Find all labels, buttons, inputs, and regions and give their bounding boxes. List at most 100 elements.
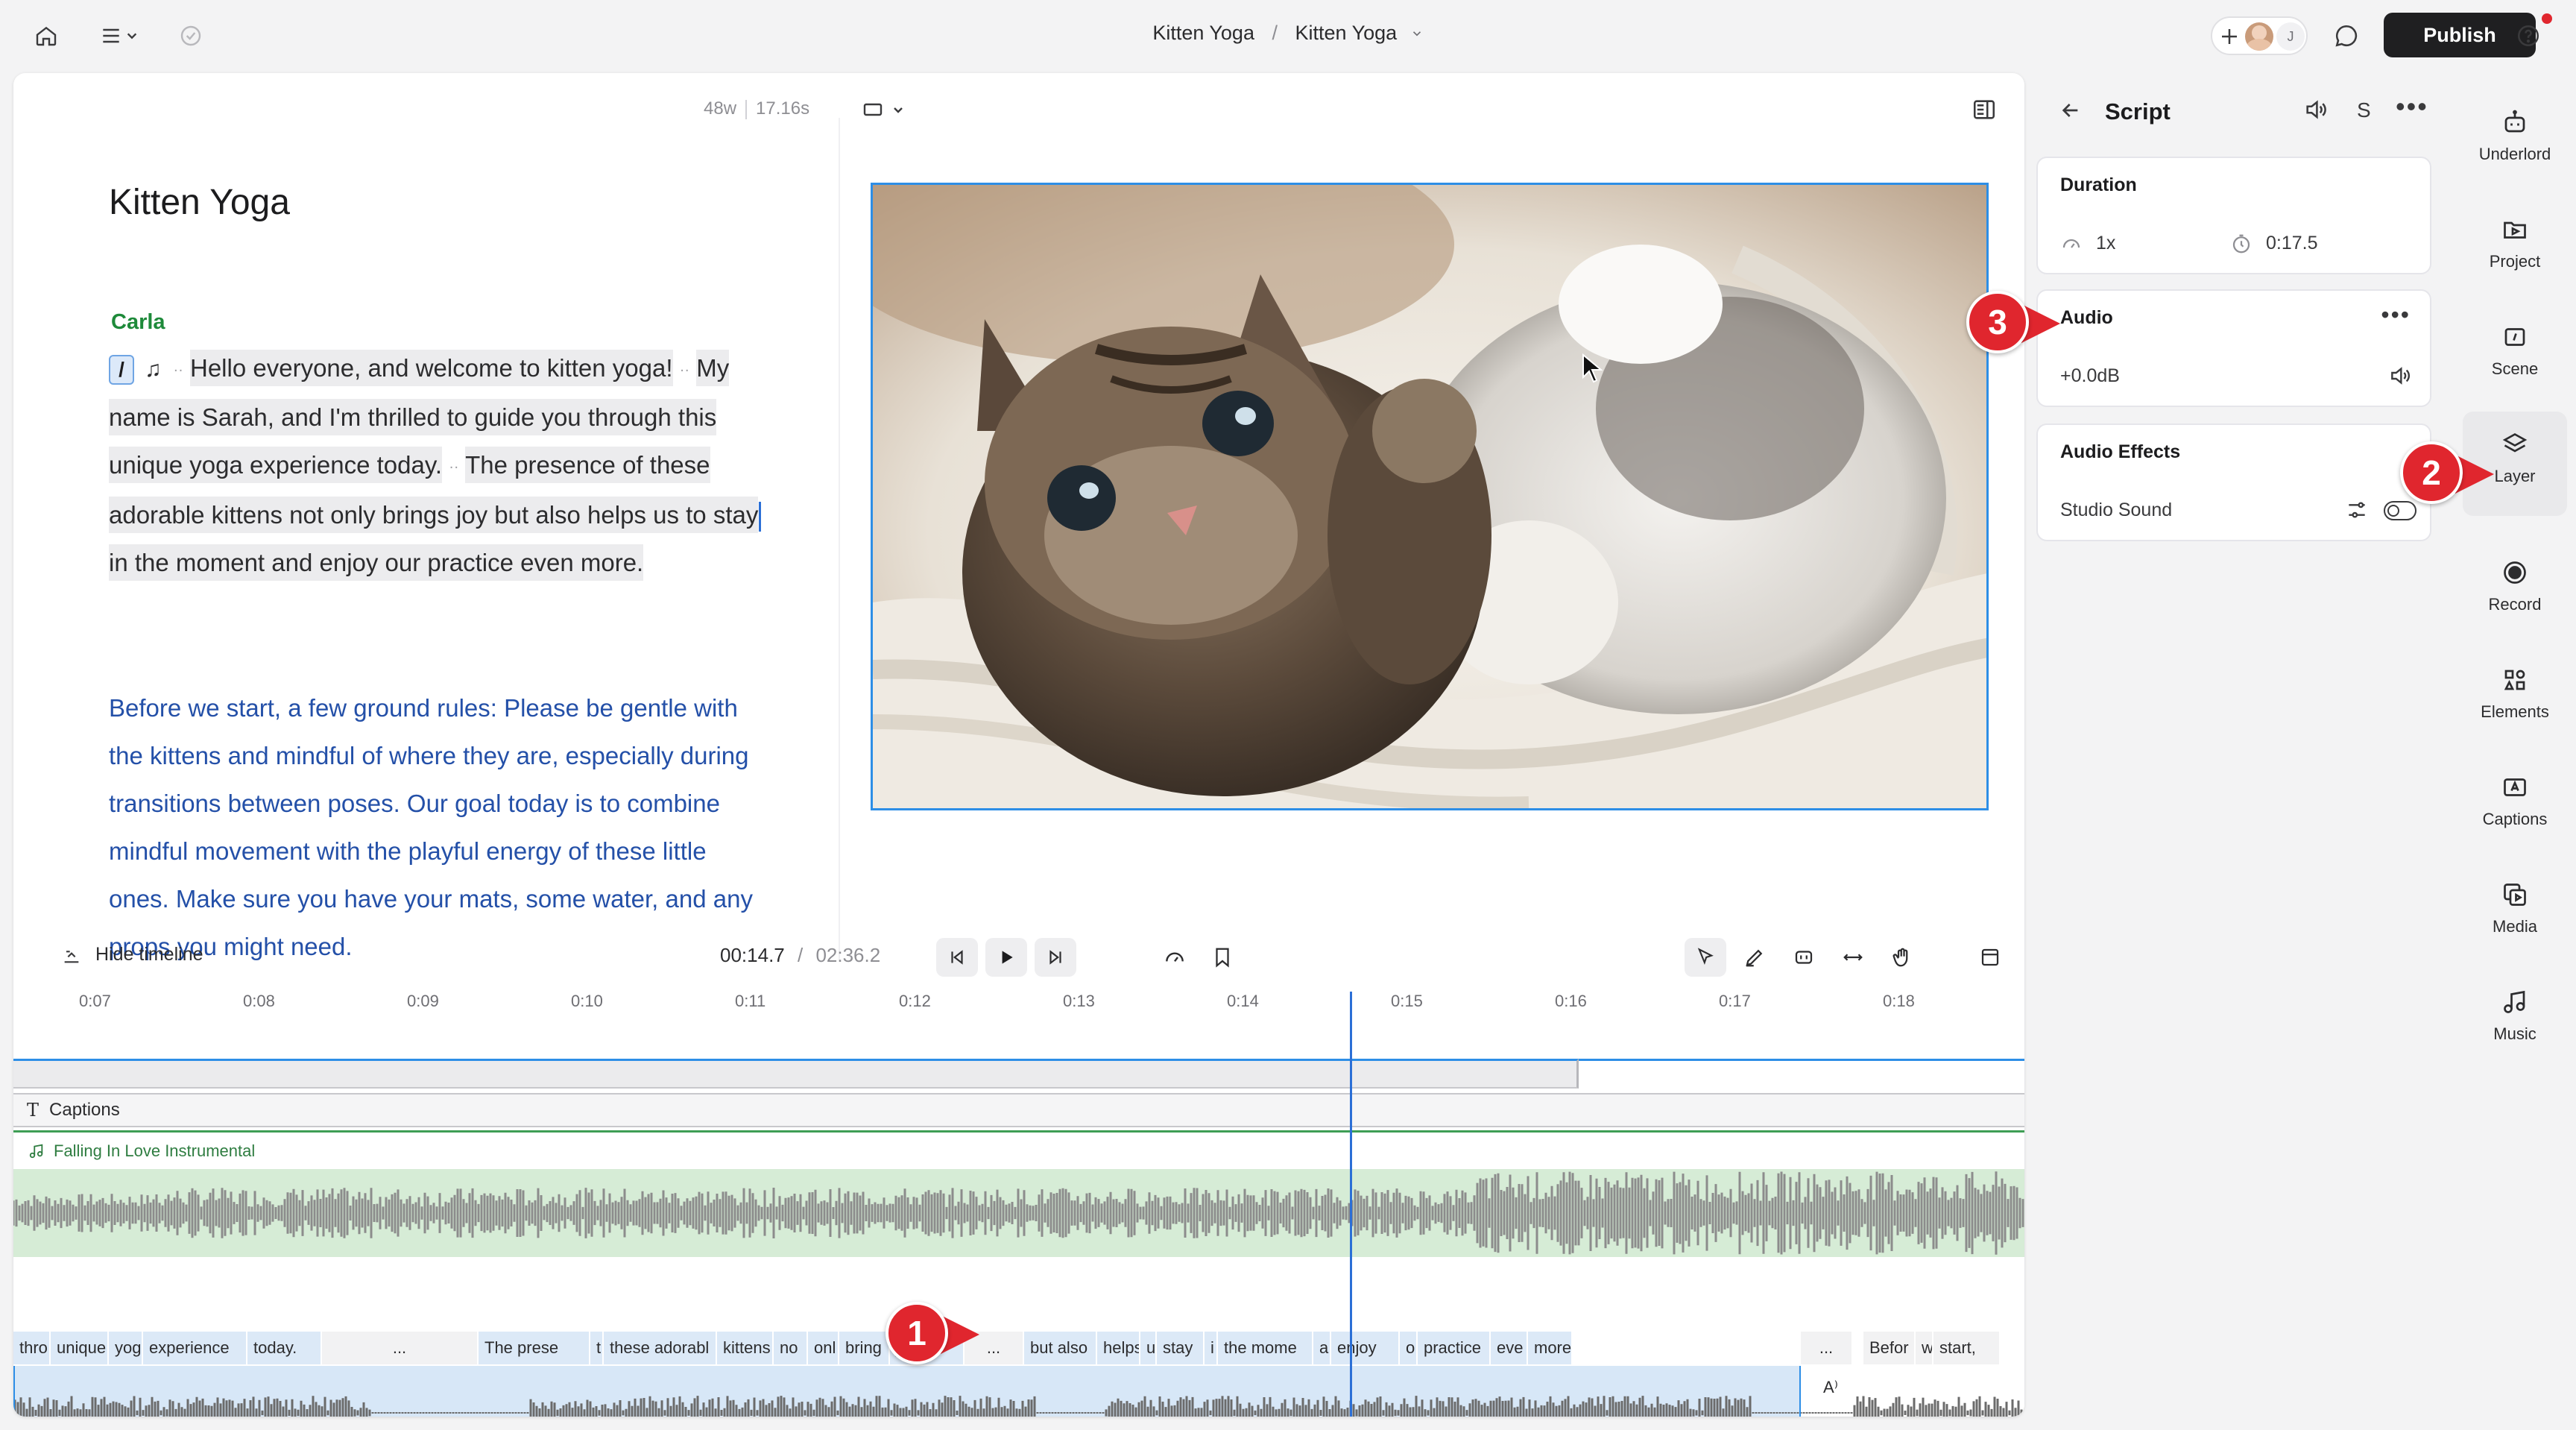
video-track-clip[interactable] <box>13 1059 1579 1089</box>
rail-item-underlord[interactable]: Underlord <box>2463 89 2567 186</box>
hide-timeline-button[interactable]: Hide timeline <box>61 944 203 966</box>
word-chip[interactable]: start, <box>1933 1332 2001 1364</box>
speaker-volume-icon[interactable] <box>2303 97 2329 122</box>
word-chip[interactable]: w <box>1916 1332 1933 1364</box>
draw-tool-icon[interactable] <box>1734 938 1775 977</box>
hand-tool-icon[interactable] <box>1881 938 1923 977</box>
rail-item-record[interactable]: Record <box>2463 540 2567 637</box>
word-chip[interactable]: helps <box>1097 1332 1140 1364</box>
word-chip[interactable]: eve <box>1491 1332 1528 1364</box>
voice-waveform-clip[interactable] <box>13 1366 1801 1417</box>
volume-icon[interactable] <box>2388 364 2412 388</box>
word-chip[interactable]: these adorabl <box>604 1332 717 1364</box>
music-track[interactable]: Falling In Love Instrumental <box>13 1130 2024 1321</box>
word-chip[interactable]: onl <box>808 1332 839 1364</box>
rail-item-captions[interactable]: Captions <box>2463 755 2567 851</box>
trim-tool-icon[interactable] <box>1783 938 1825 977</box>
word-chip[interactable]: a <box>1313 1332 1331 1364</box>
word-chip[interactable]: today. <box>247 1332 322 1364</box>
audio-gain[interactable]: +0.0dB <box>2060 365 2120 387</box>
stretch-tool-icon[interactable] <box>1832 938 1874 977</box>
word-chip[interactable]: practice <box>1418 1332 1491 1364</box>
collaborators[interactable]: J <box>2211 16 2308 55</box>
select-tool-icon[interactable] <box>1685 938 1726 977</box>
video-preview[interactable] <box>871 183 1989 810</box>
word-chip[interactable]: thro <box>13 1332 51 1364</box>
duration-card: Duration 1x 0:17.5 <box>2036 157 2431 274</box>
timecode: 00:14.7 / 02:36.2 <box>720 944 880 967</box>
word-chip[interactable]: enjoy <box>1331 1332 1400 1364</box>
ruler-tick: 0:11 <box>735 992 766 1010</box>
breadcrumb-composition[interactable]: Kitten Yoga <box>1295 22 1398 45</box>
speaker-initial[interactable]: S <box>2357 98 2371 122</box>
word-chip[interactable]: unique <box>51 1332 109 1364</box>
playhead[interactable] <box>1350 992 1352 1417</box>
rail-item-project[interactable]: Project <box>2463 197 2567 294</box>
music-waveform[interactable] <box>13 1169 2024 1257</box>
music-note-icon[interactable]: ♫ <box>145 346 162 394</box>
document-title[interactable]: Kitten Yoga <box>109 182 290 223</box>
loop-speed-icon[interactable] <box>1154 938 1196 977</box>
play-button[interactable] <box>985 938 1027 977</box>
word-chip[interactable]: kittens <box>717 1332 774 1364</box>
script-paragraph-1[interactable]: / ♫ ·· Hello everyone, and welcome to kitt… <box>109 344 765 587</box>
word-chip[interactable]: yoga <box>109 1332 143 1364</box>
speed-value[interactable]: 1x <box>2096 233 2115 254</box>
sentence-1[interactable]: Hello everyone, and welcome to kitten yo… <box>190 350 673 386</box>
ruler-tick: 0:10 <box>571 992 603 1010</box>
panel-toggle-icon[interactable] <box>1971 97 2001 124</box>
current-time: 00:14.7 <box>720 944 785 966</box>
robot-icon <box>2463 106 2567 139</box>
speaker-label[interactable]: Carla <box>111 310 165 335</box>
voice-waveform-next[interactable]: A⁾ <box>1801 1366 2024 1417</box>
rail-item-elements[interactable]: Elements <box>2463 647 2567 744</box>
word-chip[interactable]: stay <box>1157 1332 1205 1364</box>
captions-icon <box>2463 771 2567 804</box>
word-chip[interactable]: ... <box>322 1332 479 1364</box>
comment-icon[interactable] <box>2330 19 2363 52</box>
studio-sound-toggle[interactable] <box>2384 501 2416 520</box>
word-count: 48w <box>704 98 737 119</box>
bookmark-icon[interactable] <box>1202 938 1243 977</box>
word-chip[interactable]: the mome <box>1218 1332 1313 1364</box>
word-chip[interactable]: but also <box>1024 1332 1097 1364</box>
voice-waveform-path <box>15 1396 1799 1417</box>
captions-track[interactable]: T Captions <box>13 1093 2024 1127</box>
rail-item-label: Elements <box>2481 702 2549 721</box>
skip-forward-button[interactable] <box>1035 938 1076 977</box>
rail-item-music[interactable]: Music <box>2463 969 2567 1066</box>
timer-icon <box>2230 233 2253 255</box>
ruler-tick: 0:08 <box>243 992 275 1010</box>
word-chip[interactable]: experience <box>143 1332 247 1364</box>
word-chip[interactable]: no <box>774 1332 808 1364</box>
slash-command-chip[interactable]: / <box>109 355 134 385</box>
sentence-4[interactable]: in the moment and enjoy our practice eve… <box>109 544 644 581</box>
back-arrow-icon[interactable] <box>2059 98 2083 122</box>
editor-card: 48w 17.16s Kitten Yoga Carla / ♫ ·· Hello e… <box>13 73 2024 1417</box>
word-chip[interactable]: ... <box>1801 1332 1853 1364</box>
chevron-down-icon[interactable] <box>1410 27 1424 40</box>
word-chip[interactable]: t <box>590 1332 604 1364</box>
aspect-ratio-button[interactable] <box>862 97 914 124</box>
rail-item-media[interactable]: Media <box>2463 862 2567 959</box>
word-chip[interactable]: i <box>1205 1332 1218 1364</box>
voice-track[interactable]: throuniqueyogaexperiencetoday....The pre… <box>13 1332 2024 1417</box>
skip-back-button[interactable] <box>936 938 978 977</box>
word-chip[interactable]: Befor <box>1863 1332 1916 1364</box>
settings-sliders-icon[interactable] <box>2345 498 2369 522</box>
rail-item-scene[interactable]: Scene <box>2463 304 2567 401</box>
breadcrumb-project[interactable]: Kitten Yoga <box>1152 22 1254 45</box>
timeline-ruler[interactable]: 0:07 0:08 0:09 0:10 0:11 0:12 0:13 0:14 … <box>13 992 2024 1036</box>
more-options-icon[interactable]: ••• <box>2396 91 2428 122</box>
word-chip[interactable]: o <box>1400 1332 1418 1364</box>
duration-value[interactable]: 0:17.5 <box>2266 233 2318 254</box>
word-chip[interactable]: The prese <box>479 1332 590 1364</box>
help-icon[interactable] <box>2512 19 2545 52</box>
word-chip[interactable]: more. <box>1528 1332 1573 1364</box>
layout-icon[interactable] <box>1969 938 2011 977</box>
plus-icon[interactable] <box>2218 25 2241 48</box>
word-chip[interactable]: u <box>1140 1332 1157 1364</box>
word-chip[interactable]: bring <box>839 1332 890 1364</box>
audio-more-icon[interactable]: ••• <box>2381 301 2411 329</box>
ruler-tick: 0:16 <box>1555 992 1587 1010</box>
